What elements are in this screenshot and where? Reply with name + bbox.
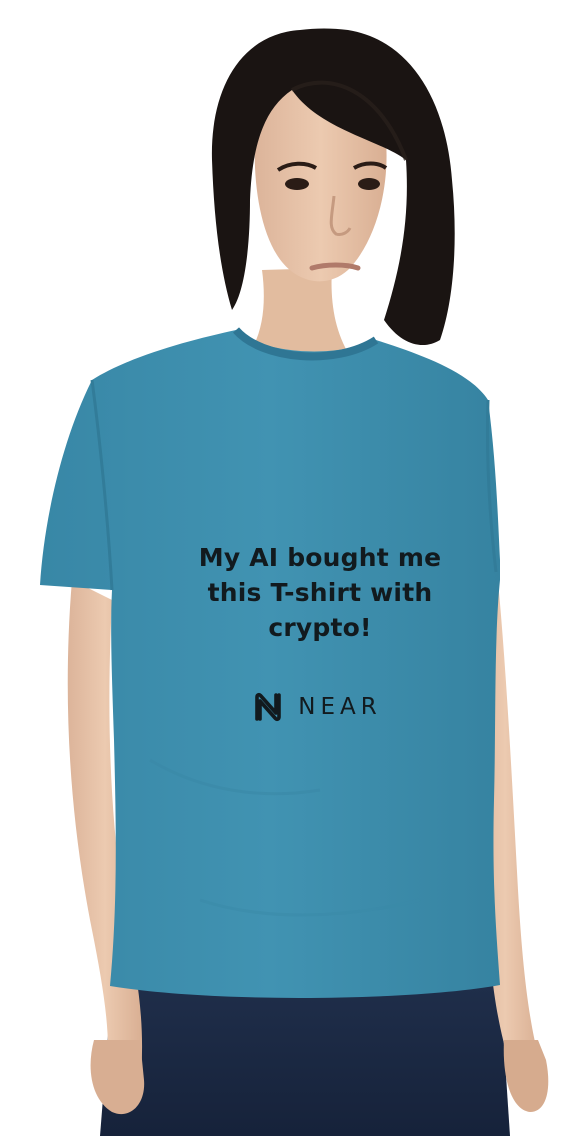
left-eye	[285, 178, 309, 190]
slogan-line-1: My AI bought me	[198, 543, 442, 572]
near-brand: NEAR	[144, 691, 490, 723]
brand-name: NEAR	[298, 694, 382, 720]
right-hand	[503, 1040, 549, 1112]
left-hand	[90, 1040, 145, 1115]
neck	[250, 268, 350, 356]
slogan-line-3: crypto!	[268, 613, 372, 642]
shirt-slogan: My AI bought me this T-shirt with crypto…	[150, 540, 490, 645]
right-eye	[358, 178, 380, 190]
slogan-line-2: this T-shirt with	[207, 578, 433, 607]
jeans	[100, 985, 510, 1136]
near-logo-icon	[255, 692, 282, 722]
shirt-print: My AI bought me this T-shirt with crypto…	[150, 540, 490, 723]
